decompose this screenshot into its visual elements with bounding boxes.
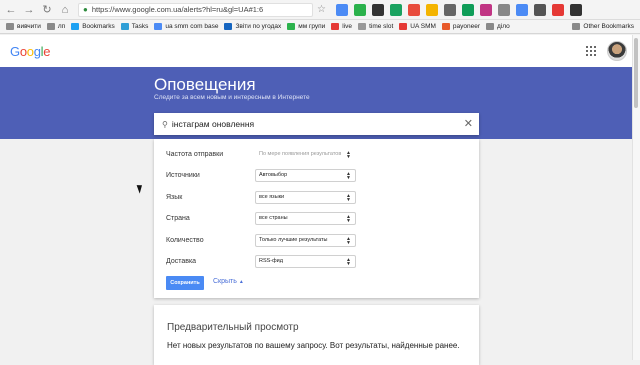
select-arrows-icon: ▲ ▼ [346,192,351,203]
bookmark-icon [358,23,367,30]
home-icon[interactable]: ⌂ [58,3,72,17]
mouse-cursor-icon [136,183,145,194]
address-bar[interactable]: ● https://www.google.com.ua/alerts?hl=ru… [78,2,313,17]
extensions [335,3,588,16]
preview-title: Предварительный просмотр [167,322,299,333]
reload-icon[interactable]: ↻ [40,3,54,17]
extension-icon[interactable] [407,3,420,16]
chevron-up-icon: ▲ [238,279,244,285]
bookmark-item[interactable]: UA SMM [399,23,436,30]
extension-icon[interactable] [515,3,528,16]
bookmark-icon [441,23,450,30]
bookmark-item[interactable]: Tasks [120,23,148,30]
option-row-frequency: Частота отправки По мере появления резул… [166,147,466,161]
extension-icon[interactable] [425,3,438,16]
extension-icon[interactable] [443,3,456,16]
bookmark-item[interactable]: вивчити [6,23,41,30]
option-row-quantity: Количество Только лучшие результаты ▲ ▼ [166,233,466,247]
select-arrows-icon: ▲ ▼ [346,170,351,181]
language-select[interactable]: все языки ▲ ▼ [255,190,356,204]
hide-options-link[interactable]: Скрыть ▲ [213,278,244,285]
bookmark-icon [331,23,340,30]
bookmark-icon [224,23,233,30]
google-header: Google [0,35,632,67]
alert-options-card: Частота отправки По мере появления резул… [154,139,479,298]
search-icon: ⚲ [162,119,168,129]
select-arrows-icon: ▲ ▼ [346,213,351,224]
folder-icon [486,23,495,30]
option-label: Доставка [166,257,197,265]
select-arrows-icon: ▲ ▼ [346,149,351,160]
extension-icon[interactable] [371,3,384,16]
bookmark-icon [71,23,80,30]
folder-icon [6,23,14,30]
alert-query-input[interactable]: ⚲ інстаграм оновлення ✕ [154,113,479,135]
option-row-sources: Источники Автовыбор ▲ ▼ [166,168,466,182]
google-logo[interactable]: Google [10,44,50,59]
bookmark-item[interactable]: Bookmarks [71,23,115,30]
close-icon[interactable]: ✕ [464,117,473,130]
bookmark-item[interactable]: діло [486,23,510,30]
other-bookmarks[interactable]: Other Bookmarks [572,23,634,30]
bookmark-item[interactable]: time slot [358,23,393,30]
select-arrows-icon: ▲ ▼ [346,235,351,246]
bookmark-icon [120,23,129,30]
country-select[interactable]: все страны ▲ ▼ [255,211,356,225]
bookmark-icon [399,23,408,30]
option-label: Страна [166,214,190,222]
apps-grid-icon[interactable] [586,46,596,56]
quantity-select[interactable]: Только лучшие результаты ▲ ▼ [255,233,356,247]
folder-icon [572,23,581,30]
option-row-delivery: Доставка RSS-фид ▲ ▼ [166,254,466,268]
extension-icon[interactable] [353,3,366,16]
option-label: Частота отправки [166,150,224,158]
page-title: Оповещения [154,75,256,94]
extension-icon[interactable] [335,3,348,16]
bookmark-item[interactable]: live [331,23,352,30]
option-label: Количество [166,236,204,244]
delivery-select[interactable]: RSS-фид ▲ ▼ [255,254,356,268]
save-button[interactable]: Сохранить [166,276,204,290]
bookmark-icon [287,23,296,30]
option-label: Язык [166,193,183,201]
url-text: https://www.google.com.ua/alerts?hl=ru&g… [91,5,264,14]
extension-icon[interactable] [497,3,510,16]
extension-icon[interactable] [551,3,564,16]
option-label: Источники [166,171,200,179]
extension-icon[interactable] [569,3,582,16]
lock-icon: ● [83,5,88,14]
bookmark-icon [154,23,163,30]
extension-icon[interactable] [461,3,474,16]
bookmark-item[interactable]: ua smm com base [154,23,218,30]
extension-icon[interactable] [533,3,546,16]
bookmark-star-icon[interactable]: ☆ [317,4,326,15]
select-arrows-icon: ▲ ▼ [346,256,351,267]
option-row-country: Страна все страны ▲ ▼ [166,211,466,225]
browser-toolbar: ← → ↻ ⌂ ● https://www.google.com.ua/aler… [0,0,640,20]
bookmarks-bar: вивчити лп Bookmarks Tasks ua smm com ba… [0,20,640,34]
preview-message: Нет новых результатов по вашему запросу.… [167,341,460,350]
scrollbar-thumb[interactable] [634,38,638,108]
bookmark-item[interactable]: мм групи [287,23,325,30]
sources-select[interactable]: Автовыбор ▲ ▼ [255,168,356,182]
extension-icon[interactable] [479,3,492,16]
bookmark-item[interactable]: Звіти по угодах [224,23,281,30]
back-icon[interactable]: ← [4,3,18,17]
page-subtitle: Следите за всем новым и интересным в Инт… [154,94,310,101]
frequency-select[interactable]: По мере появления результатов ▲ ▼ [255,147,356,161]
bookmark-item[interactable]: payoneer [441,23,480,30]
avatar[interactable] [607,41,627,61]
extension-icon[interactable] [389,3,402,16]
option-row-language: Язык все языки ▲ ▼ [166,190,466,204]
alert-query-value: інстаграм оновлення [171,119,255,129]
forward-icon[interactable]: → [22,3,36,17]
folder-icon [46,23,55,30]
bookmark-item[interactable]: лп [46,23,65,30]
preview-card: Предварительный просмотр Нет новых резул… [154,305,479,365]
